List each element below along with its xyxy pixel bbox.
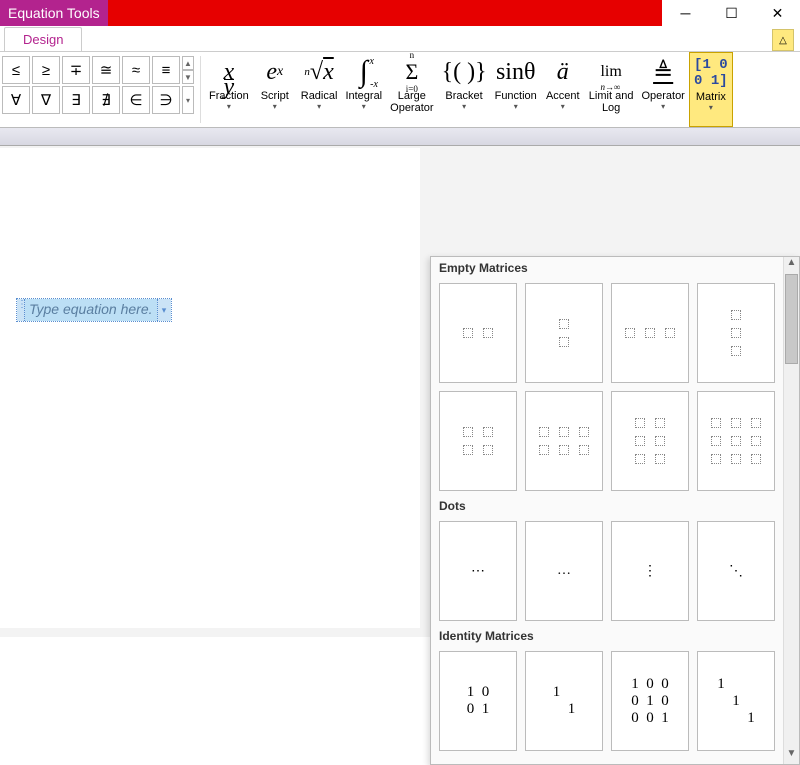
symbol-ni[interactable]: ∋ [152,86,180,114]
large-operator-button[interactable]: Σni=0 Large Operator [386,52,437,127]
accent-icon: ä [557,54,569,90]
chevron-down-icon: ▾ [362,102,366,111]
symbol-exists[interactable]: ∃ [62,86,90,114]
limit-log-button[interactable]: limn→∞ Limit and Log [585,52,638,127]
chevron-down-icon: ▾ [227,102,231,111]
symbol-nabla[interactable]: ∇ [32,86,60,114]
identity-2x2[interactable]: 1 0 0 1 [439,651,517,751]
function-icon: sinθ [496,54,536,90]
chevron-up-icon: △ [779,35,787,46]
equation-options-dropdown[interactable]: ▾ [157,299,171,321]
matrix-1x3[interactable] [611,283,689,383]
matrix-3x3[interactable] [697,391,775,491]
radical-button[interactable]: n√x Radical ▾ [297,52,342,127]
symbol-approx[interactable]: ≈ [122,56,150,84]
scroll-down-icon[interactable]: ▼ [784,748,799,764]
symbol-equiv[interactable]: ≡ [152,56,180,84]
symbol-mp[interactable]: ∓ [62,56,90,84]
equation-placeholder[interactable]: ⋮Type equation here.▾ [16,298,172,322]
gallery-section-identity: Identity Matrices [431,625,783,647]
equation-handle-left[interactable]: ⋮ [17,299,25,321]
symbol-le[interactable]: ≤ [2,56,30,84]
equation-placeholder-text[interactable]: Type equation here. [25,299,157,321]
script-button[interactable]: ex Script ▾ [253,52,297,127]
scroll-thumb[interactable] [785,274,798,364]
matrix-2x1[interactable] [525,283,603,383]
fraction-icon: xy [224,54,235,90]
chevron-down-icon: ▾ [273,102,277,111]
close-button[interactable]: ✕ [754,0,800,26]
contextual-tab-label: Equation Tools [0,0,108,26]
collapse-ribbon-button[interactable]: △ [772,29,794,51]
chevron-down-icon: ▾ [462,102,466,111]
matrix-3x2[interactable] [611,391,689,491]
tab-design[interactable]: Design [4,27,82,51]
gallery-section-empty-matrices: Empty Matrices [431,257,783,279]
radical-icon: n√x [304,54,333,90]
chevron-down-icon: ▾ [709,103,713,112]
symbols-scroll[interactable]: ▲▼ [182,56,194,84]
dots-baseline[interactable]: … [525,521,603,621]
symbol-forall[interactable]: ∀ [2,86,30,114]
bracket-icon: {( )} [442,54,487,90]
bracket-button[interactable]: {( )} Bracket ▾ [438,52,491,127]
matrix-gallery: Empty Matrices Dots ⋯ … ⋮ ⋱ Identity Mat [430,256,800,765]
gallery-scrollbar[interactable]: ▲ ▼ [783,257,799,764]
horizontal-ruler [0,128,800,146]
operator-icon: ≜ [653,54,673,90]
maximize-button[interactable]: ☐ [708,0,754,26]
chevron-down-icon: ▾ [561,102,565,111]
chevron-down-icon: ▾ [317,102,321,111]
dots-vertical[interactable]: ⋮ [611,521,689,621]
script-icon: ex [266,54,283,90]
integral-icon: ∫x-x [360,54,368,90]
function-button[interactable]: sinθ Function ▾ [491,52,541,127]
matrix-icon: [1 00 1] [694,55,728,91]
matrix-button[interactable]: [1 00 1] Matrix ▾ [689,52,733,127]
minimize-button[interactable]: ─ [662,0,708,26]
title-bar: Equation Tools ─ ☐ ✕ [0,0,800,26]
sigma-icon: Σni=0 [405,54,418,90]
matrix-1x2[interactable] [439,283,517,383]
operator-button[interactable]: ≜ Operator ▾ [637,52,688,127]
matrix-2x2[interactable] [439,391,517,491]
symbol-in[interactable]: ∈ [122,86,150,114]
identity-3x3[interactable]: 1 0 0 0 1 0 0 0 1 [611,651,689,751]
fraction-button[interactable]: xy Fraction ▾ [205,52,253,127]
ribbon-tabs: Design △ [0,26,800,52]
ribbon: ≤ ≥ ∓ ≅ ≈ ≡ ▲▼ ∀ ∇ ∃ ∄ ∈ ∋ ▾ xy Fraction… [0,52,800,128]
symbol-ge[interactable]: ≥ [32,56,60,84]
matrix-2x3[interactable] [525,391,603,491]
integral-button[interactable]: ∫x-x Integral ▾ [341,52,386,127]
symbols-more[interactable]: ▾ [182,86,194,114]
dots-diagonal[interactable]: ⋱ [697,521,775,621]
symbol-cong[interactable]: ≅ [92,56,120,84]
scroll-up-icon[interactable]: ▲ [784,257,799,273]
identity-2x2-diag[interactable]: 1 1 [525,651,603,751]
document-area: ⋮Type equation here.▾ Empty Matrices Dot… [0,128,800,637]
symbol-nexists[interactable]: ∄ [92,86,120,114]
gallery-section-dots: Dots [431,495,783,517]
limit-icon: limn→∞ [600,54,621,90]
chevron-down-icon: ▾ [661,102,665,111]
identity-3x3-diag[interactable]: 1 1 1 [697,651,775,751]
symbols-gallery[interactable]: ≤ ≥ ∓ ≅ ≈ ≡ ▲▼ ∀ ∇ ∃ ∄ ∈ ∋ ▾ [0,52,196,127]
page[interactable]: ⋮Type equation here.▾ [0,148,420,628]
matrix-3x1[interactable] [697,283,775,383]
dots-center[interactable]: ⋯ [439,521,517,621]
accent-button[interactable]: ä Accent ▾ [541,52,585,127]
chevron-down-icon: ▾ [514,102,518,111]
